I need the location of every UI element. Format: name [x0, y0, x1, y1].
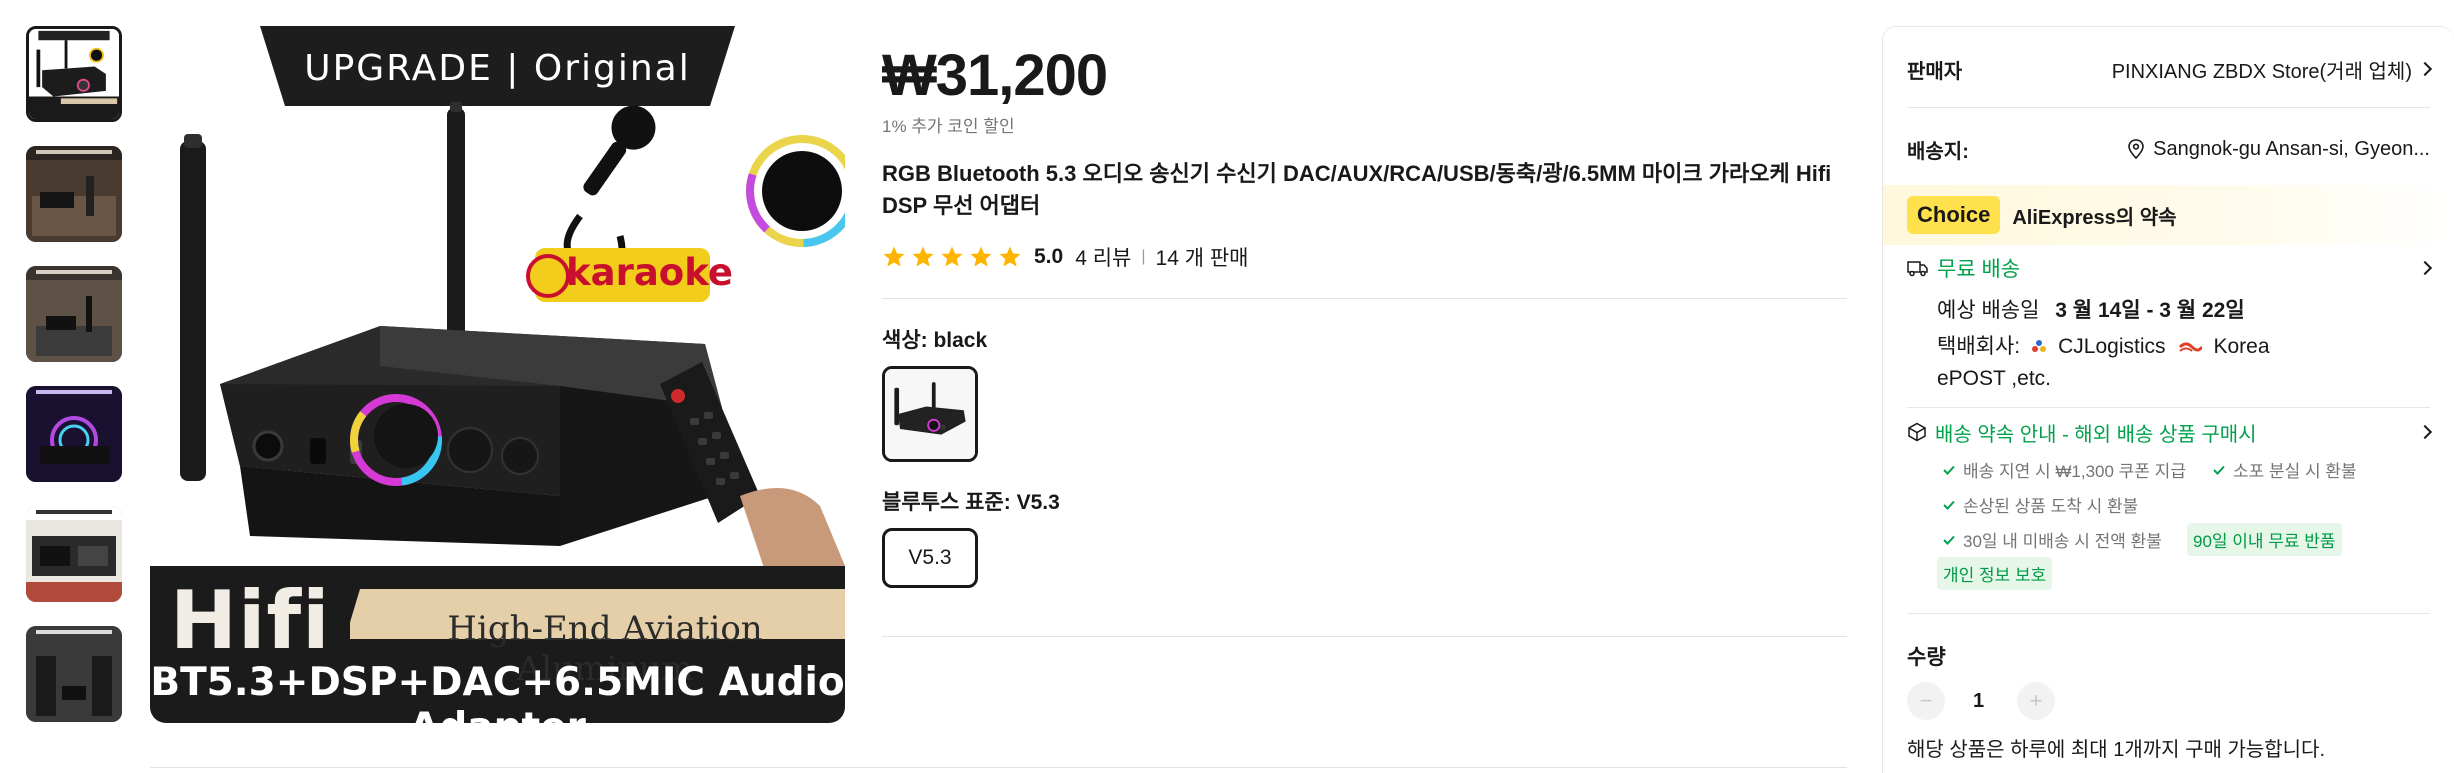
bluetooth-label: 블루투스 표준: V5.3	[882, 491, 1060, 514]
promise-check-4: 30일 내 미배송 시 전액 환불	[1943, 527, 2162, 552]
color-option-black[interactable]	[882, 366, 978, 462]
promise-check-3: 손상된 상품 도착 시 환불	[1943, 492, 2138, 517]
privacy-tag: 개인 정보 보호	[1937, 557, 2053, 590]
divider	[150, 767, 1847, 768]
promise-check-2: 소포 분실 시 환불	[2213, 457, 2357, 482]
seller-row[interactable]: 판매자 PINXIANG ZBDX Store(거래 업체)	[1907, 51, 2433, 87]
ship-to-label: 배송지:	[1907, 140, 1969, 163]
choice-promise-text: AliExpress의 약속	[2012, 206, 2177, 229]
delivery-promise-title: 배송 약속 안내 - 해외 배송 상품 구매시	[1935, 423, 2257, 446]
separator: |	[1141, 248, 1146, 265]
thumbnail-4[interactable]	[26, 386, 122, 482]
eta-line: 예상 배송일 3 월 14일 - 3 월 22일	[1937, 295, 2245, 327]
eta-value: 3 월 14일 - 3 월 22일	[2055, 299, 2245, 322]
rating-score: 5.0	[1034, 245, 1064, 268]
choice-badge: Choice	[1907, 196, 2001, 234]
quantity-decrease-button[interactable]: −	[1907, 682, 1945, 720]
thumbnail-6[interactable]	[26, 626, 122, 722]
ship-to-row[interactable]: 배송지: Sangnok-gu Ansan-si, Gyeon...	[1907, 131, 2430, 167]
price: ₩31,200	[882, 43, 1108, 108]
free-shipping-row[interactable]: 무료 배송	[1907, 251, 2433, 285]
purchase-panel: 판매자 PINXIANG ZBDX Store(거래 업체) 배송지: Sang…	[1882, 26, 2454, 773]
star-icon	[883, 246, 905, 267]
promise-check-1: 배송 지연 시 ₩1,300 쿠폰 지급	[1943, 457, 2186, 482]
promise-check-text: 손상된 상품 도착 시 환불	[1963, 497, 2139, 516]
seller-label: 판매자	[1907, 60, 1963, 83]
cj-logo-icon	[2032, 340, 2047, 352]
chevron-right-icon	[2417, 424, 2433, 440]
ship-to-address: Sangnok-gu Ansan-si, Gyeon...	[2153, 137, 2430, 160]
carrier-label: 택배회사:	[1937, 335, 2021, 358]
eta-label: 예상 배송일	[1937, 299, 2040, 322]
adapter-text: BT5.3+DSP+DAC+6.5MIC Audio Adapter	[150, 660, 845, 723]
color-label: 색상: black	[882, 329, 988, 352]
promise-check-text: 30일 내 미배송 시 전액 환불	[1963, 532, 2162, 551]
karaoke-text: karaoke	[566, 251, 733, 294]
quantity-increase-button[interactable]: +	[2017, 682, 2055, 720]
free-shipping-label: 무료 배송	[1937, 258, 2021, 281]
quantity-value[interactable]: 1	[1973, 682, 1984, 720]
free-returns-tag: 90일 이내 무료 반품	[2187, 523, 2342, 556]
truck-icon	[1907, 261, 1928, 277]
divider	[1907, 407, 2430, 408]
hifi-text: Hifi	[170, 574, 331, 667]
product-title: RGB Bluetooth 5.3 오디오 송신기 수신기 DAC/AUX/RC…	[882, 161, 1832, 218]
divider	[1907, 613, 2430, 614]
chevron-right-icon	[2417, 61, 2433, 77]
divider	[882, 636, 1847, 637]
promise-check-text: 배송 지연 시 ₩1,300 쿠폰 지급	[1963, 462, 2186, 481]
star-rating	[882, 245, 1022, 269]
carrier-2: Korea	[2213, 335, 2270, 358]
check-icon	[1943, 465, 1955, 475]
purchase-limit-text: 해당 상품은 하루에 최대 1개까지 구매 가능합니다.	[1907, 739, 2326, 761]
star-icon	[970, 246, 992, 267]
delivery-promise-row[interactable]: 배송 약속 안내 - 해외 배송 상품 구매시	[1907, 415, 2433, 449]
divider	[882, 298, 1847, 299]
star-icon	[941, 246, 963, 267]
banner-text: UPGRADE | Original	[304, 48, 691, 89]
rating-row[interactable]: 5.0 4 리뷰 | 14 개 판매	[882, 242, 1249, 272]
carrier-line-2: ePOST ,etc.	[1937, 367, 2051, 390]
check-icon	[1943, 535, 1955, 545]
korea-post-logo-icon	[2178, 342, 2202, 352]
divider	[1907, 107, 2430, 108]
chevron-right-icon	[2417, 260, 2433, 276]
star-icon	[999, 246, 1021, 267]
coin-discount: 1% 추가 코인 할인	[882, 117, 1015, 136]
thumbnail-strip	[26, 26, 124, 726]
main-product-image[interactable]: UPGRADE | Original karaoke Hifi High-End…	[150, 26, 845, 723]
choice-banner: Choice AliExpress의 약속	[1883, 185, 2454, 245]
star-icon	[912, 246, 934, 267]
promise-check-text: 소포 분실 시 환불	[2233, 462, 2357, 481]
review-count[interactable]: 4 리뷰	[1075, 242, 1131, 272]
thumbnail-5[interactable]	[26, 506, 122, 602]
quantity-label: 수량	[1907, 646, 1946, 669]
bluetooth-option-v53[interactable]: V5.3	[882, 528, 978, 588]
thumbnail-2[interactable]	[26, 146, 122, 242]
ship-to-value[interactable]: Sangnok-gu Ansan-si, Gyeon...	[2127, 138, 2430, 161]
box-icon	[1908, 422, 1926, 442]
sold-count: 14 개 판매	[1155, 247, 1249, 270]
seller-name: PINXIANG ZBDX Store(거래 업체)	[2111, 60, 2412, 83]
location-pin-icon	[2128, 139, 2144, 159]
carrier-line: 택배회사: CJLogistics Korea	[1937, 331, 2270, 363]
check-icon	[1943, 500, 1955, 510]
thumbnail-3[interactable]	[26, 266, 122, 362]
carrier-1: CJLogistics	[2058, 335, 2166, 358]
check-icon	[2213, 465, 2225, 475]
thumbnail-1[interactable]	[26, 26, 122, 122]
seller-value[interactable]: PINXIANG ZBDX Store(거래 업체)	[2111, 55, 2433, 84]
